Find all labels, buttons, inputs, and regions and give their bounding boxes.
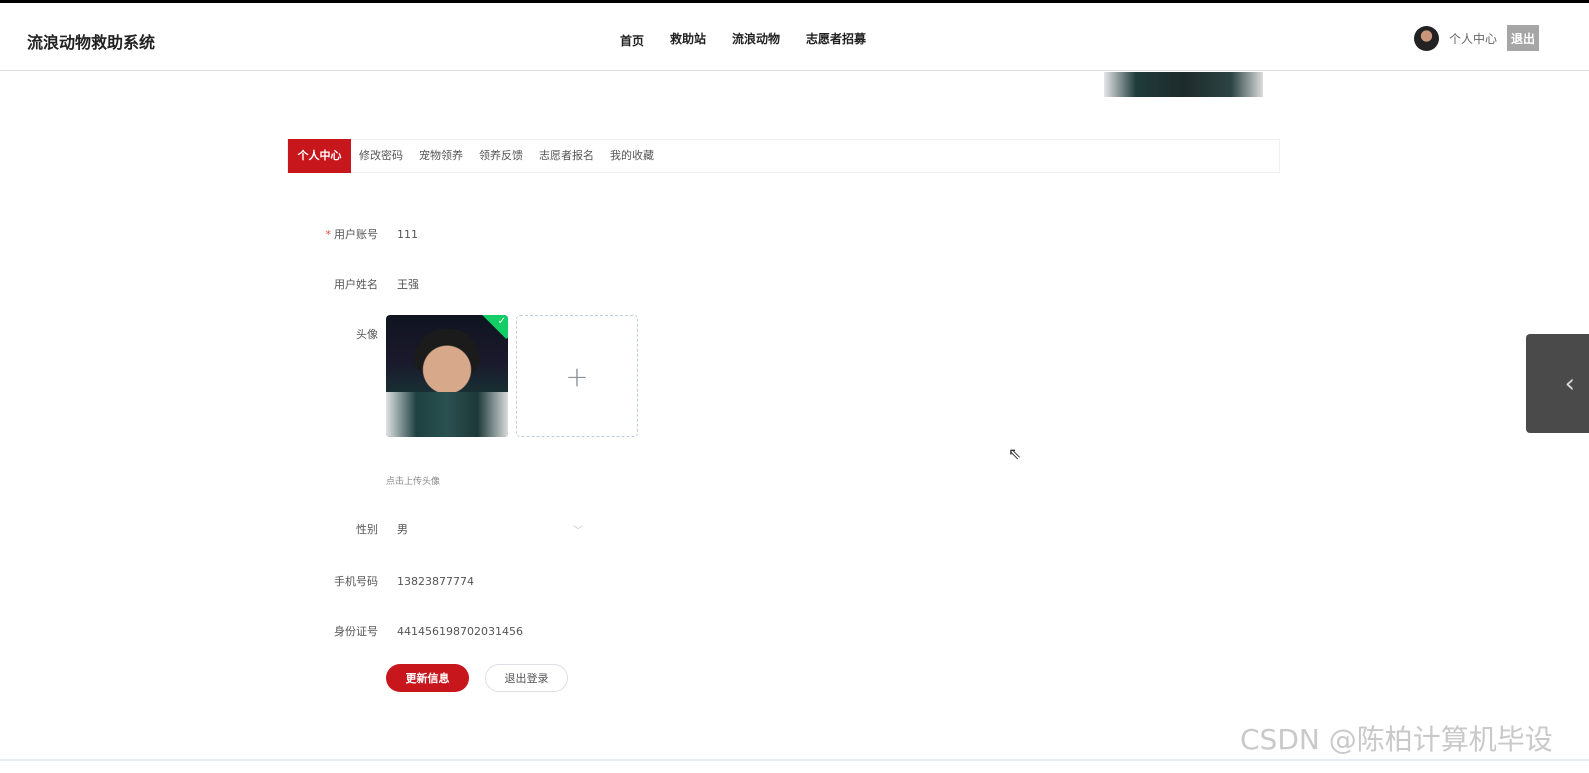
- tab-pet-adoption[interactable]: 宠物领养: [411, 139, 471, 173]
- phone-label: 手机号码: [334, 575, 378, 588]
- tab-profile[interactable]: 个人中心: [288, 138, 351, 173]
- form-row-avatar: 头像: [300, 326, 378, 342]
- bottom-divider: [0, 759, 1589, 761]
- id-number-field[interactable]: 441456198702031456: [397, 625, 523, 638]
- nav-rescue-station[interactable]: 救助站: [670, 30, 706, 49]
- mouse-cursor-icon: ⇖: [1008, 444, 1022, 463]
- tab-change-password[interactable]: 修改密码: [351, 139, 411, 173]
- name-field[interactable]: 王强: [397, 276, 419, 292]
- user-avatar[interactable]: [1413, 25, 1439, 51]
- check-icon: ✓: [497, 316, 506, 327]
- avatar-preview[interactable]: ✓: [386, 315, 508, 437]
- nav-volunteer-recruit[interactable]: 志愿者招募: [806, 30, 866, 49]
- profile-tabs: 个人中心 修改密码 宠物领养 领养反馈 志愿者报名 我的收藏: [287, 138, 1280, 173]
- chevron-left-icon: ‹: [1564, 368, 1575, 399]
- plus-icon: +: [565, 359, 589, 393]
- side-panel-toggle[interactable]: ‹: [1526, 334, 1589, 433]
- watermark: CSDN @陈柏计算机毕设: [1240, 723, 1553, 756]
- chevron-down-icon: ﹀: [573, 525, 583, 537]
- logout-button[interactable]: 退出登录: [485, 664, 568, 692]
- id-number-label: 身份证号: [334, 625, 378, 638]
- form-row-phone: 手机号码 13823877774: [300, 573, 474, 589]
- avatar-label: 头像: [356, 328, 378, 341]
- gender-select-value: 男: [397, 523, 408, 536]
- name-label: 用户姓名: [334, 278, 378, 291]
- avatar-upload-tip: 点击上传头像: [386, 477, 441, 487]
- user-center-link[interactable]: 个人中心: [1449, 30, 1497, 47]
- avatar-photo-jacket: [386, 392, 508, 437]
- tab-my-favorites[interactable]: 我的收藏: [602, 139, 662, 173]
- header-logout-button[interactable]: 退出: [1507, 25, 1539, 51]
- phone-field[interactable]: 13823877774: [397, 575, 474, 588]
- tab-adoption-feedback[interactable]: 领养反馈: [471, 139, 531, 173]
- form-row-name: 用户姓名 王强: [300, 276, 419, 292]
- gender-select[interactable]: 男 ﹀: [397, 515, 587, 543]
- site-brand[interactable]: 流浪动物救助系统: [27, 29, 155, 53]
- update-info-button[interactable]: 更新信息: [386, 664, 469, 692]
- nav-stray-animals[interactable]: 流浪动物: [732, 30, 780, 49]
- user-area: 个人中心 退出: [1413, 25, 1539, 51]
- required-asterisk: *: [325, 228, 332, 241]
- site-header: 流浪动物救助系统 首页 救助站 流浪动物 志愿者招募 个人中心 退出: [0, 3, 1589, 71]
- account-label: * 用户账号: [300, 226, 379, 242]
- account-field[interactable]: 111: [397, 228, 418, 241]
- main-nav: 首页 救助站 流浪动物 志愿者招募: [620, 30, 892, 49]
- tab-volunteer-signup[interactable]: 志愿者报名: [531, 139, 602, 173]
- gender-label: 性别: [356, 523, 378, 536]
- form-row-id-number: 身份证号 441456198702031456: [300, 623, 523, 639]
- banner-image: [1104, 72, 1263, 97]
- account-label-text: 用户账号: [334, 228, 378, 241]
- form-row-account: * 用户账号 111: [300, 226, 419, 242]
- form-row-gender: 性别 男 ﹀: [300, 515, 587, 543]
- avatar-upload-button[interactable]: +: [516, 315, 638, 437]
- nav-home[interactable]: 首页: [620, 32, 644, 49]
